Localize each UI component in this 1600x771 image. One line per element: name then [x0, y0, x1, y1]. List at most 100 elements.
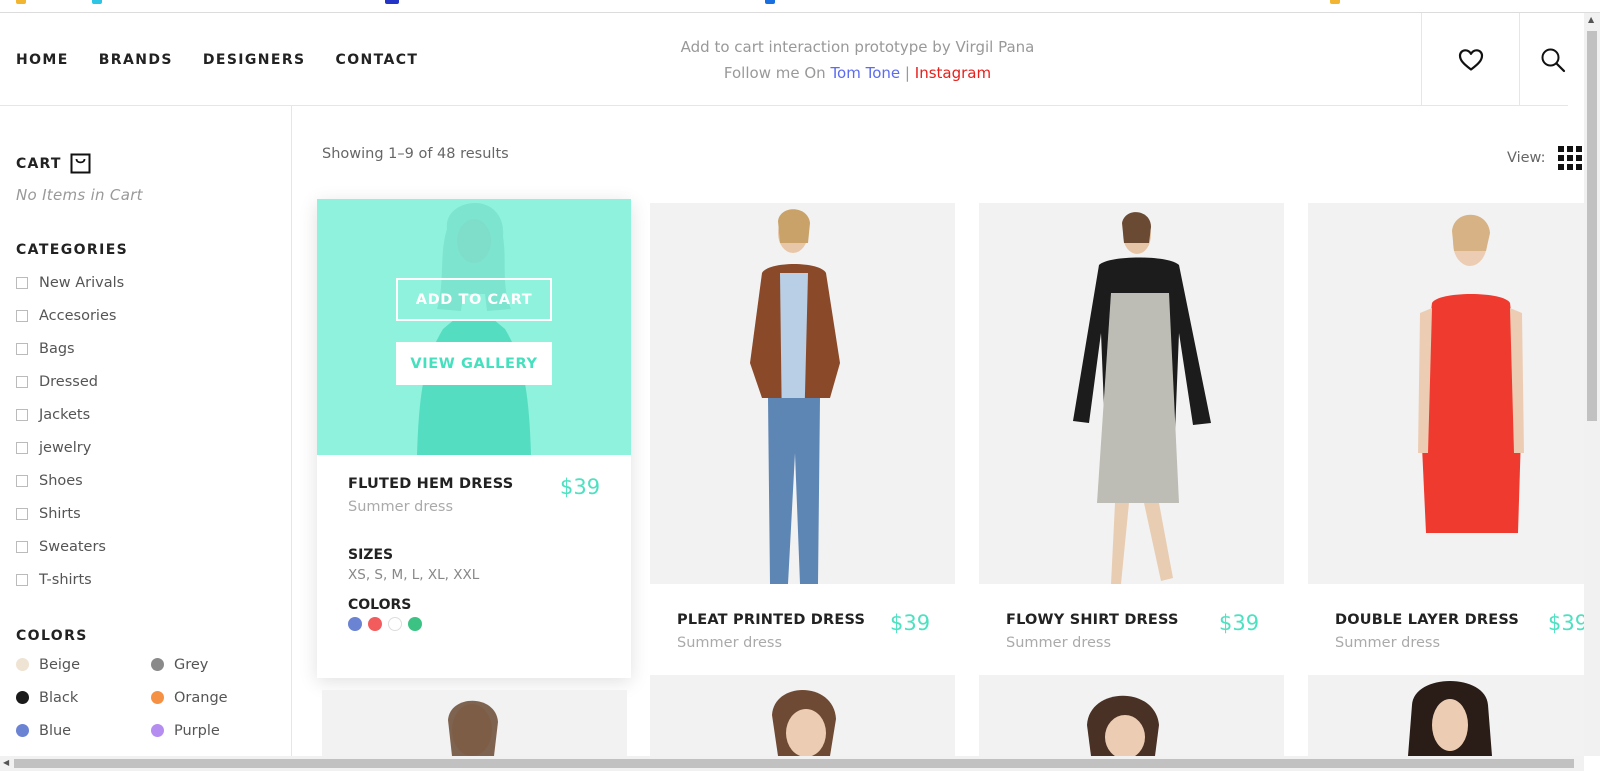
product-subtitle: Summer dress	[1006, 635, 1112, 651]
color-filter-grey[interactable]: Grey	[151, 653, 276, 676]
nav-home[interactable]: HOME	[16, 52, 69, 68]
color-filter-blue[interactable]: Blue	[16, 719, 151, 742]
product-name[interactable]: PLEAT PRINTED DRESS	[677, 612, 865, 628]
category-checkbox[interactable]	[16, 408, 28, 421]
product-subtitle: Summer dress	[348, 499, 454, 515]
color-label: Black	[39, 689, 79, 706]
promo-follow-text: Follow me On	[723, 64, 826, 82]
category-item[interactable]: Shirts	[16, 497, 124, 530]
color-dot	[16, 724, 29, 737]
product-card[interactable]: DOUBLE LAYER DRESS Summer dress $39	[1308, 203, 1584, 673]
category-checkbox[interactable]	[16, 540, 28, 553]
product-card[interactable]: PLEAT PRINTED DRESS Summer dress $39	[650, 203, 955, 673]
color-label: Grey	[174, 656, 209, 673]
horizontal-scrollbar[interactable]: ◀	[0, 756, 1584, 771]
product-image	[1308, 675, 1584, 756]
category-label: Shirts	[39, 505, 81, 522]
product-card[interactable]	[1308, 675, 1584, 756]
category-label: Sweaters	[39, 538, 106, 555]
model-head	[772, 689, 836, 756]
category-checkbox[interactable]	[16, 276, 28, 289]
model-in-red-dress	[1418, 214, 1524, 533]
results-count: Showing 1–9 of 48 results	[322, 146, 509, 162]
product-card[interactable]: FLOWY SHIRT DRESS Summer dress $39	[979, 203, 1284, 673]
search-button[interactable]	[1519, 13, 1569, 106]
product-card-active[interactable]: ADD TO CART VIEW GALLERY FLUTED HEM DRES…	[317, 199, 631, 678]
promo-line-2: Follow me On Tom Tone | Instagram	[620, 60, 1095, 86]
product-image	[322, 690, 627, 756]
category-label: Jackets	[39, 406, 91, 423]
product-card[interactable]	[979, 675, 1284, 756]
product-name[interactable]: DOUBLE LAYER DRESS	[1335, 612, 1519, 628]
category-item[interactable]: jewelry	[16, 431, 124, 464]
product-card[interactable]	[322, 690, 627, 756]
horizontal-scroll-thumb[interactable]	[14, 759, 1574, 768]
category-checkbox[interactable]	[16, 441, 28, 454]
swatch-green[interactable]	[408, 617, 422, 631]
category-label: Shoes	[39, 472, 83, 489]
nav-contact[interactable]: CONTACT	[336, 52, 419, 68]
promo-separator: |	[904, 64, 910, 82]
product-name[interactable]: FLUTED HEM DRESS	[348, 476, 513, 492]
color-filter-orange[interactable]: Orange	[151, 686, 276, 709]
view-switcher: View:	[1507, 146, 1582, 170]
swatch-red[interactable]	[368, 617, 382, 631]
color-dot	[16, 658, 29, 671]
category-checkbox[interactable]	[16, 375, 28, 388]
category-item[interactable]: T-shirts	[16, 563, 124, 596]
color-label: Blue	[39, 722, 72, 739]
category-checkbox[interactable]	[16, 474, 28, 487]
cart-title: CART	[16, 155, 62, 172]
category-item[interactable]: Accesories	[16, 299, 124, 332]
product-image	[1308, 203, 1584, 584]
category-checkbox[interactable]	[16, 342, 28, 355]
nav-designers[interactable]: DESIGNERS	[203, 52, 306, 68]
swatch-white[interactable]	[388, 617, 402, 631]
category-label: Accesories	[39, 307, 117, 324]
sidebar: CART No Items in Cart CATEGORIES New Ari…	[0, 106, 292, 756]
category-label: Bags	[39, 340, 75, 357]
swatch-blue[interactable]	[348, 617, 362, 631]
grid-view-icon[interactable]	[1557, 146, 1582, 170]
instagram-link[interactable]: Instagram	[915, 64, 991, 82]
wishlist-button[interactable]	[1421, 13, 1519, 106]
view-gallery-button[interactable]: VIEW GALLERY	[396, 342, 552, 385]
scroll-left-arrow-icon[interactable]: ◀	[3, 758, 9, 767]
add-to-cart-button[interactable]: ADD TO CART	[396, 278, 552, 321]
color-label: Purple	[174, 722, 220, 739]
color-dot	[151, 658, 164, 671]
search-icon	[1541, 48, 1566, 72]
category-checkbox[interactable]	[16, 309, 28, 322]
model-head	[448, 700, 498, 756]
category-item[interactable]: New Arivals	[16, 266, 124, 299]
category-checkbox[interactable]	[16, 573, 28, 586]
color-filter-beige[interactable]: Beige	[16, 653, 151, 676]
color-filter-black[interactable]: Black	[16, 686, 151, 709]
tomtone-link[interactable]: Tom Tone	[830, 64, 900, 82]
product-card[interactable]	[650, 675, 955, 756]
product-price: $39	[560, 475, 601, 499]
color-filter-purple[interactable]: Purple	[151, 719, 276, 742]
category-item[interactable]: Jackets	[16, 398, 124, 431]
product-name[interactable]: FLOWY SHIRT DRESS	[1006, 612, 1179, 628]
nav-brands[interactable]: BRANDS	[99, 52, 173, 68]
color-filter-list: Beige Grey Black Orange Blue Purple	[16, 653, 276, 742]
category-checkbox[interactable]	[16, 507, 28, 520]
heart-icon	[1458, 48, 1483, 71]
scroll-up-arrow-icon[interactable]: ▲	[1588, 15, 1594, 24]
vertical-scrollbar[interactable]: ▲	[1584, 13, 1600, 756]
product-image	[979, 203, 1284, 584]
category-item[interactable]: Sweaters	[16, 530, 124, 563]
cart-heading[interactable]: CART	[16, 153, 91, 174]
category-list: New Arivals Accesories Bags Dressed Jack…	[16, 266, 124, 596]
category-label: jewelry	[39, 439, 92, 456]
category-item[interactable]: Dressed	[16, 365, 124, 398]
color-dot	[16, 691, 29, 704]
vertical-scroll-thumb[interactable]	[1587, 31, 1597, 421]
promo-text: Add to cart interaction prototype by Vir…	[620, 34, 1095, 86]
category-item[interactable]: Bags	[16, 332, 124, 365]
category-item[interactable]: Shoes	[16, 464, 124, 497]
colors-heading: COLORS	[348, 597, 412, 613]
product-image	[650, 203, 955, 584]
color-label: Beige	[39, 656, 81, 673]
